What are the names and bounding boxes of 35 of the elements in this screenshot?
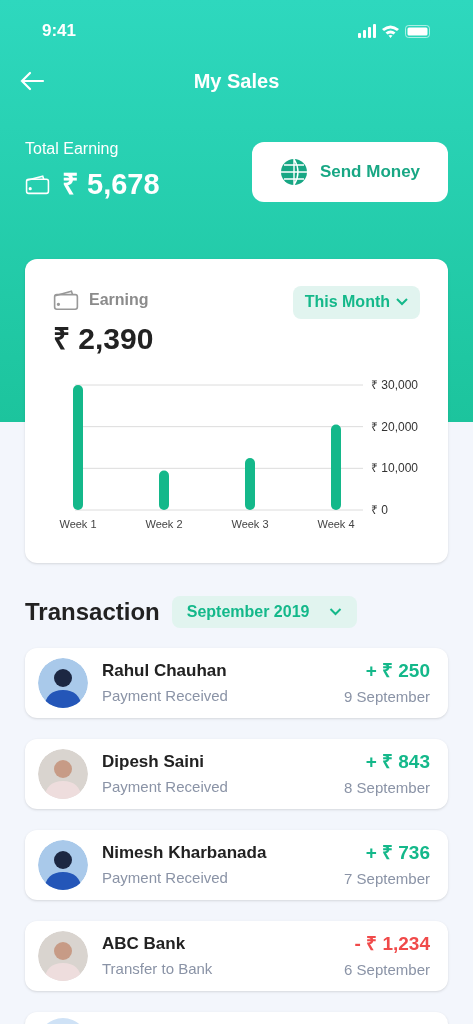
- transaction-name: Rahul Chauhan: [102, 659, 228, 682]
- transaction-note: Payment Received: [102, 686, 229, 706]
- transaction-date: 7 September: [344, 869, 430, 889]
- total-label: Total Earning: [25, 139, 120, 159]
- axis-label: Week 2: [145, 517, 183, 530]
- transaction-card[interactable]: Dipesh Saini Payment Received + ₹ 843 8 September: [25, 738, 448, 809]
- transaction-amount: + ₹ 843: [364, 749, 430, 774]
- transaction-date: 9 September: [344, 687, 430, 707]
- transaction-name: ABC Bank: [102, 932, 187, 955]
- axis-label: ₹ 30,000: [371, 377, 419, 392]
- axis-label: ₹ 10,000: [371, 460, 419, 475]
- transaction-amount: + ₹ 250: [364, 658, 430, 683]
- axis-label: ₹ 20,000: [371, 419, 419, 434]
- transaction-amount: + ₹ 736: [364, 840, 430, 865]
- axis-label: ₹ 0: [371, 502, 388, 517]
- transaction-date: 8 September: [344, 778, 430, 798]
- transaction-amount: - ₹ 1,234: [353, 931, 430, 956]
- earning-amount: ₹ 2,390: [53, 320, 154, 357]
- axis-label: Week 1: [59, 517, 97, 530]
- axis-label: Week 3: [231, 517, 269, 530]
- transaction-card[interactable]: ABC Bank Transfer to Bank - ₹ 1,234 6 September: [25, 920, 448, 991]
- transaction-name: Nimesh Kharbanada: [102, 841, 268, 864]
- section-title: Transaction: [25, 596, 160, 627]
- transaction-note: Payment Received: [102, 868, 229, 888]
- transaction-card[interactable]: Nimesh Kharbanada Payment Received + ₹ 736 7 September: [25, 829, 448, 900]
- transaction-note: Payment Received: [102, 777, 229, 797]
- page-title: My Sales: [193, 69, 280, 94]
- status-time: 9:41: [42, 20, 77, 43]
- transaction-date: 6 September: [344, 960, 430, 980]
- axis-label: Week 4: [317, 517, 355, 530]
- earning-label: Earning: [89, 289, 149, 310]
- total-amount: ₹ 5,678: [62, 167, 160, 202]
- transaction-name: Dipesh Saini: [102, 750, 206, 773]
- transaction-note: Transfer to Bank: [102, 959, 214, 979]
- transaction-card[interactable]: Rahul Chauhan Payment Received + ₹ 250 9 September: [25, 647, 448, 718]
